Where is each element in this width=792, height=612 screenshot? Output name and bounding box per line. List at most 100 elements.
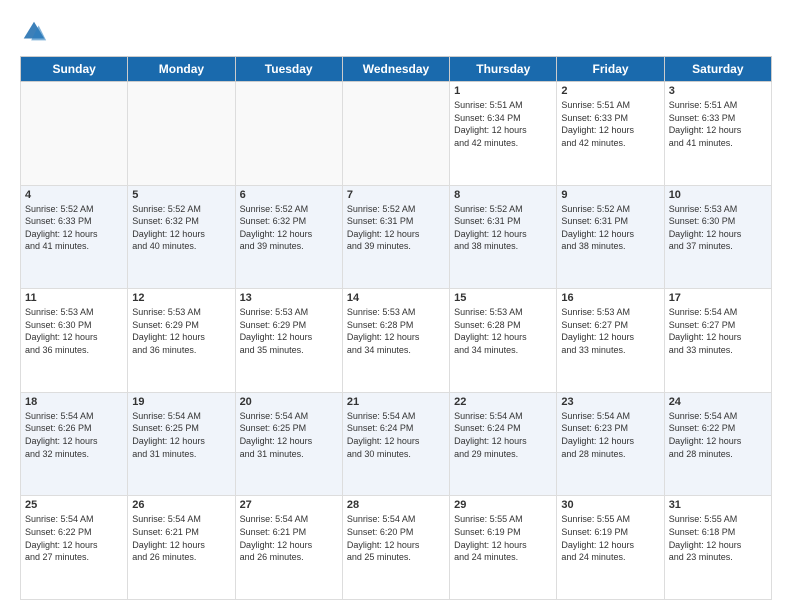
day-number: 14 [347, 292, 445, 304]
day-number: 26 [132, 499, 230, 511]
day-info: Sunrise: 5:54 AM Sunset: 6:27 PM Dayligh… [669, 306, 767, 356]
day-header-friday: Friday [557, 57, 664, 82]
day-number: 12 [132, 292, 230, 304]
day-number: 24 [669, 396, 767, 408]
day-number: 29 [454, 499, 552, 511]
day-info: Sunrise: 5:54 AM Sunset: 6:24 PM Dayligh… [347, 410, 445, 460]
day-cell: 20 Sunrise: 5:54 AM Sunset: 6:25 PM Dayli… [235, 392, 342, 496]
day-number: 17 [669, 292, 767, 304]
day-info: Sunrise: 5:53 AM Sunset: 6:30 PM Dayligh… [669, 203, 767, 253]
calendar: SundayMondayTuesdayWednesdayThursdayFrid… [20, 56, 772, 600]
week-row-2: 4 Sunrise: 5:52 AM Sunset: 6:33 PM Daylig… [21, 185, 772, 289]
day-cell: 5 Sunrise: 5:52 AM Sunset: 6:32 PM Daylig… [128, 185, 235, 289]
day-number: 10 [669, 189, 767, 201]
day-number: 9 [561, 189, 659, 201]
day-header-saturday: Saturday [664, 57, 771, 82]
day-info: Sunrise: 5:54 AM Sunset: 6:24 PM Dayligh… [454, 410, 552, 460]
day-info: Sunrise: 5:52 AM Sunset: 6:32 PM Dayligh… [132, 203, 230, 253]
day-cell: 2 Sunrise: 5:51 AM Sunset: 6:33 PM Daylig… [557, 82, 664, 186]
day-number: 27 [240, 499, 338, 511]
day-cell: 4 Sunrise: 5:52 AM Sunset: 6:33 PM Daylig… [21, 185, 128, 289]
day-info: Sunrise: 5:55 AM Sunset: 6:19 PM Dayligh… [561, 513, 659, 563]
day-number: 16 [561, 292, 659, 304]
day-number: 19 [132, 396, 230, 408]
day-info: Sunrise: 5:51 AM Sunset: 6:33 PM Dayligh… [561, 99, 659, 149]
day-header-monday: Monday [128, 57, 235, 82]
day-number: 13 [240, 292, 338, 304]
day-info: Sunrise: 5:52 AM Sunset: 6:31 PM Dayligh… [454, 203, 552, 253]
day-cell: 17 Sunrise: 5:54 AM Sunset: 6:27 PM Dayli… [664, 289, 771, 393]
day-info: Sunrise: 5:54 AM Sunset: 6:22 PM Dayligh… [25, 513, 123, 563]
day-cell: 6 Sunrise: 5:52 AM Sunset: 6:32 PM Daylig… [235, 185, 342, 289]
day-cell: 24 Sunrise: 5:54 AM Sunset: 6:22 PM Dayli… [664, 392, 771, 496]
day-cell: 11Sunrise: 5:53 AM Sunset: 6:30 PM Dayli… [21, 289, 128, 393]
day-info: Sunrise: 5:53 AM Sunset: 6:27 PM Dayligh… [561, 306, 659, 356]
week-row-3: 11Sunrise: 5:53 AM Sunset: 6:30 PM Dayli… [21, 289, 772, 393]
header-row: SundayMondayTuesdayWednesdayThursdayFrid… [21, 57, 772, 82]
day-cell [21, 82, 128, 186]
day-info: Sunrise: 5:54 AM Sunset: 6:22 PM Dayligh… [669, 410, 767, 460]
day-cell: 22 Sunrise: 5:54 AM Sunset: 6:24 PM Dayli… [450, 392, 557, 496]
day-cell: 9 Sunrise: 5:52 AM Sunset: 6:31 PM Daylig… [557, 185, 664, 289]
day-cell [342, 82, 449, 186]
day-info: Sunrise: 5:54 AM Sunset: 6:20 PM Dayligh… [347, 513, 445, 563]
day-header-thursday: Thursday [450, 57, 557, 82]
day-number: 4 [25, 189, 123, 201]
day-info: Sunrise: 5:51 AM Sunset: 6:34 PM Dayligh… [454, 99, 552, 149]
day-cell: 1 Sunrise: 5:51 AM Sunset: 6:34 PM Daylig… [450, 82, 557, 186]
day-number: 8 [454, 189, 552, 201]
day-info: Sunrise: 5:54 AM Sunset: 6:23 PM Dayligh… [561, 410, 659, 460]
day-number: 1 [454, 85, 552, 97]
day-number: 5 [132, 189, 230, 201]
day-number: 7 [347, 189, 445, 201]
day-cell: 25 Sunrise: 5:54 AM Sunset: 6:22 PM Dayli… [21, 496, 128, 600]
day-cell: 31 Sunrise: 5:55 AM Sunset: 6:18 PM Dayli… [664, 496, 771, 600]
day-info: Sunrise: 5:55 AM Sunset: 6:19 PM Dayligh… [454, 513, 552, 563]
day-info: Sunrise: 5:53 AM Sunset: 6:29 PM Dayligh… [132, 306, 230, 356]
day-number: 3 [669, 85, 767, 97]
day-cell: 16 Sunrise: 5:53 AM Sunset: 6:27 PM Dayli… [557, 289, 664, 393]
day-number: 30 [561, 499, 659, 511]
day-header-sunday: Sunday [21, 57, 128, 82]
day-number: 22 [454, 396, 552, 408]
day-cell: 27Sunrise: 5:54 AM Sunset: 6:21 PM Dayli… [235, 496, 342, 600]
day-number: 11 [25, 292, 123, 304]
day-info: Sunrise: 5:55 AM Sunset: 6:18 PM Dayligh… [669, 513, 767, 563]
day-info: Sunrise: 5:54 AM Sunset: 6:25 PM Dayligh… [240, 410, 338, 460]
day-cell: 26Sunrise: 5:54 AM Sunset: 6:21 PM Dayli… [128, 496, 235, 600]
day-info: Sunrise: 5:53 AM Sunset: 6:28 PM Dayligh… [454, 306, 552, 356]
day-number: 25 [25, 499, 123, 511]
day-number: 20 [240, 396, 338, 408]
day-cell: 12 Sunrise: 5:53 AM Sunset: 6:29 PM Dayli… [128, 289, 235, 393]
day-cell [128, 82, 235, 186]
day-header-wednesday: Wednesday [342, 57, 449, 82]
day-info: Sunrise: 5:53 AM Sunset: 6:29 PM Dayligh… [240, 306, 338, 356]
day-cell: 21Sunrise: 5:54 AM Sunset: 6:24 PM Dayli… [342, 392, 449, 496]
logo-icon [20, 18, 48, 46]
day-number: 15 [454, 292, 552, 304]
day-info: Sunrise: 5:53 AM Sunset: 6:28 PM Dayligh… [347, 306, 445, 356]
day-number: 23 [561, 396, 659, 408]
day-cell: 30 Sunrise: 5:55 AM Sunset: 6:19 PM Dayli… [557, 496, 664, 600]
day-info: Sunrise: 5:51 AM Sunset: 6:33 PM Dayligh… [669, 99, 767, 149]
day-cell: 14 Sunrise: 5:53 AM Sunset: 6:28 PM Dayli… [342, 289, 449, 393]
day-number: 6 [240, 189, 338, 201]
day-number: 31 [669, 499, 767, 511]
day-info: Sunrise: 5:54 AM Sunset: 6:25 PM Dayligh… [132, 410, 230, 460]
day-cell: 13 Sunrise: 5:53 AM Sunset: 6:29 PM Dayli… [235, 289, 342, 393]
day-info: Sunrise: 5:52 AM Sunset: 6:33 PM Dayligh… [25, 203, 123, 253]
day-info: Sunrise: 5:52 AM Sunset: 6:31 PM Dayligh… [347, 203, 445, 253]
day-info: Sunrise: 5:52 AM Sunset: 6:32 PM Dayligh… [240, 203, 338, 253]
day-header-tuesday: Tuesday [235, 57, 342, 82]
day-info: Sunrise: 5:52 AM Sunset: 6:31 PM Dayligh… [561, 203, 659, 253]
day-cell: 10 Sunrise: 5:53 AM Sunset: 6:30 PM Dayli… [664, 185, 771, 289]
day-info: Sunrise: 5:54 AM Sunset: 6:26 PM Dayligh… [25, 410, 123, 460]
day-cell: 7 Sunrise: 5:52 AM Sunset: 6:31 PM Daylig… [342, 185, 449, 289]
day-number: 2 [561, 85, 659, 97]
day-cell: 8 Sunrise: 5:52 AM Sunset: 6:31 PM Daylig… [450, 185, 557, 289]
day-cell: 15 Sunrise: 5:53 AM Sunset: 6:28 PM Dayli… [450, 289, 557, 393]
page: SundayMondayTuesdayWednesdayThursdayFrid… [0, 0, 792, 612]
logo [20, 18, 52, 46]
header [20, 18, 772, 46]
week-row-4: 18Sunrise: 5:54 AM Sunset: 6:26 PM Dayli… [21, 392, 772, 496]
